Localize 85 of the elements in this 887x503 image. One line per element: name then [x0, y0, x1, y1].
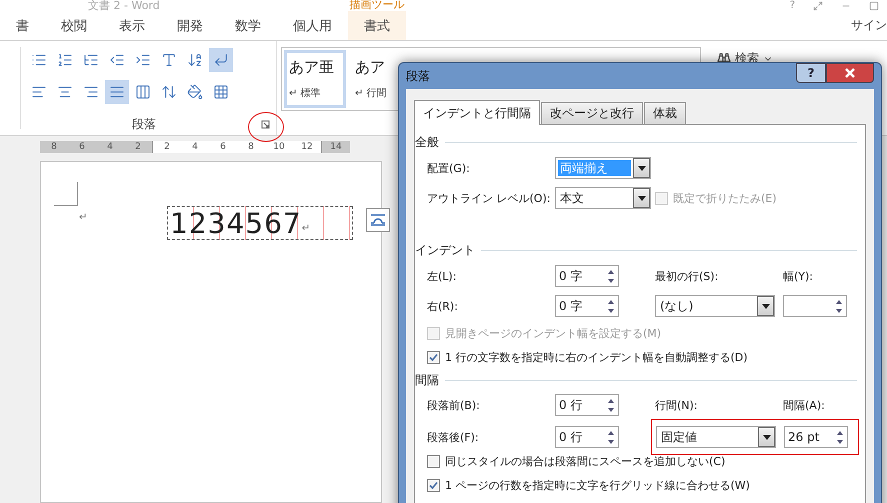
spin-up-icon	[606, 298, 616, 306]
spin-down-icon	[834, 306, 844, 314]
checkbox-label: 1 行の文字数を指定時に右のインデント幅を自動調整する(D)	[445, 350, 748, 364]
ribbon-tab[interactable]: 個人用	[277, 11, 348, 40]
check-icon	[429, 480, 438, 490]
dialog-title: 段落	[406, 68, 430, 84]
line-spacing-icon	[161, 84, 177, 100]
field-label: 段落後(F):	[427, 430, 480, 444]
field-label: 左(L):	[427, 268, 458, 284]
spin-up-icon	[606, 398, 616, 404]
spin-field[interactable]: 26 pt	[784, 426, 848, 448]
ribbon-button[interactable]	[105, 80, 129, 104]
numbered-list-icon	[57, 52, 73, 68]
style-item[interactable]: あア亜 ↵ 標準	[284, 50, 346, 108]
spin-down-icon	[606, 438, 616, 444]
spin-field[interactable]: 0 字	[555, 265, 619, 287]
dialog-tab[interactable]: 体裁	[644, 102, 686, 125]
field-label: 右(R):	[427, 298, 459, 314]
field-label: 段落前(B):	[427, 398, 481, 412]
checkbox-label: 同じスタイルの場合は段落間にスペースを追加しない(C)	[445, 454, 726, 468]
checkbox-label: 見開きページのインデント幅を設定する(M)	[445, 326, 662, 340]
close-button[interactable]	[826, 63, 874, 83]
style-name: ↵ 標準	[289, 86, 321, 100]
crop-mark	[54, 182, 78, 206]
spin-field[interactable]	[783, 295, 847, 317]
field-label: アウトライン レベル(O):	[427, 190, 552, 206]
spin-down-icon	[606, 406, 616, 412]
field-label: 最初の行(S):	[655, 268, 720, 284]
style-name: ↵ 行間	[355, 87, 387, 100]
checkbox[interactable]	[427, 454, 440, 468]
group-label: 段落	[131, 116, 157, 134]
checkbox-label: 既定で折りたたみ(E)	[673, 190, 777, 206]
checkbox[interactable]	[427, 478, 440, 492]
check-icon	[429, 352, 438, 362]
spin-down-icon	[606, 306, 616, 314]
caret-icon	[638, 166, 646, 170]
field-label: 幅(Y):	[783, 268, 814, 284]
style-preview: あア亜	[289, 58, 334, 77]
ribbon-tab[interactable]: 開発	[161, 11, 219, 40]
spin-field[interactable]: 0 行	[555, 426, 619, 448]
style-preview: あア	[355, 58, 385, 77]
field-label: 間隔(A):	[783, 398, 826, 412]
sort-icon	[187, 52, 203, 68]
sign-in-link[interactable]: サイン	[851, 11, 887, 34]
paint-bucket-icon	[187, 84, 203, 100]
border-grid-icon	[213, 84, 229, 100]
ribbon-tab[interactable]: 書	[0, 11, 45, 40]
return-arrow-icon	[213, 52, 229, 68]
spin-field[interactable]: 0 字	[555, 295, 619, 317]
text-box[interactable]: 1234567↵	[167, 206, 353, 240]
layout-options-icon[interactable]	[366, 208, 390, 232]
help-button[interactable]: ?	[796, 63, 826, 83]
close-icon	[844, 68, 856, 78]
dropdown[interactable]: 本文	[555, 187, 651, 209]
spin-field[interactable]: 0 行	[555, 394, 619, 416]
ribbon-tab[interactable]: 表示	[103, 11, 161, 40]
paragraph-mark: ↵	[79, 212, 88, 223]
checkbox[interactable]	[427, 350, 440, 364]
spin-up-icon	[835, 430, 845, 436]
caret-icon	[762, 304, 770, 308]
caret-icon	[762, 434, 770, 440]
dialog-tab[interactable]: 改ページと改行	[541, 102, 643, 125]
maximize-icon[interactable]	[869, 0, 879, 11]
section-title: 間隔	[415, 372, 439, 388]
section-title: インデント	[415, 242, 475, 258]
dropdown[interactable]: 固定値	[656, 426, 776, 448]
window-title: 文書 2 - Word	[88, 0, 160, 12]
ribbon-tab[interactable]: 書式	[348, 11, 406, 40]
ribbon-button[interactable]	[209, 48, 233, 72]
annotation-circle	[248, 112, 284, 142]
field-label: 行間(N):	[655, 398, 699, 412]
dropdown[interactable]: (なし)	[655, 295, 775, 317]
spin-down-icon	[606, 276, 616, 284]
ribbon-tab[interactable]: 数学	[219, 11, 277, 40]
dialog-tab[interactable]: インデントと行間隔	[414, 100, 540, 125]
spin-up-icon	[606, 268, 616, 276]
caret-icon	[638, 196, 646, 200]
spin-up-icon	[834, 298, 844, 306]
ribbon-tab[interactable]: 校閲	[45, 11, 103, 40]
dialog-launcher-icon[interactable]	[261, 120, 270, 130]
field-label: 配置(G):	[427, 160, 471, 176]
section-title: 全般	[415, 134, 439, 150]
checkbox-label: 1 ページの行数を指定時に文字を行グリッド線に合わせる(W)	[445, 478, 750, 492]
spin-up-icon	[606, 430, 616, 436]
spin-down-icon	[835, 438, 845, 444]
